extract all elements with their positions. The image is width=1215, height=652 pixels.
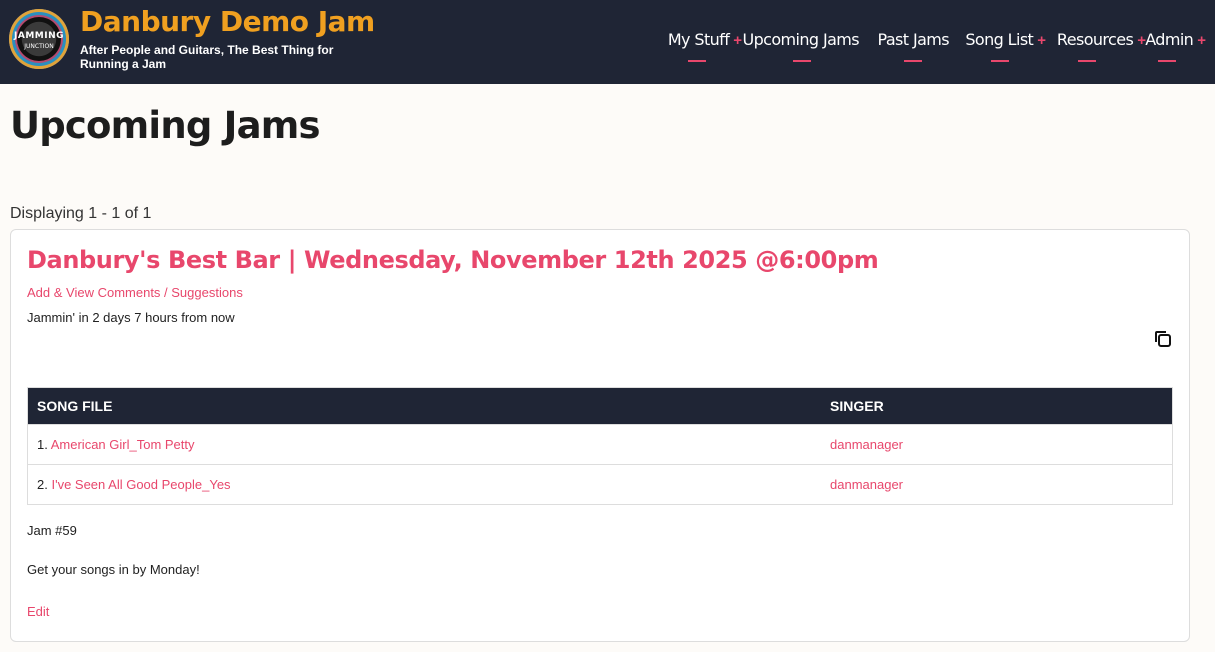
page-title: Upcoming Jams [10, 104, 321, 147]
table-row: 2. I've Seen All Good People_Yes danmana… [27, 464, 1173, 505]
site-logo[interactable]: JAMMING JUNCTION [9, 9, 69, 69]
logo-text-bottom: JUNCTION [24, 43, 54, 50]
singer-link[interactable]: danmanager [830, 437, 903, 452]
results-count: Displaying 1 - 1 of 1 [10, 205, 152, 222]
nav-underline [991, 60, 1009, 62]
singer-cell: danmanager [821, 464, 1173, 505]
nav-underline [904, 60, 922, 62]
jam-title[interactable]: Danbury's Best Bar | Wednesday, November… [27, 246, 879, 274]
nav-item-my-stuff[interactable]: My Stuff + [668, 30, 742, 50]
nav-item-upcoming-jams[interactable]: Upcoming Jams [742, 30, 859, 50]
jam-card: Danbury's Best Bar | Wednesday, November… [10, 229, 1190, 642]
nav-item-admin[interactable]: Admin + [1145, 30, 1206, 50]
column-header-singer: SINGER [821, 387, 1173, 425]
nav-label: Admin [1145, 30, 1194, 49]
edit-link[interactable]: Edit [27, 604, 49, 619]
copy-icon[interactable] [1153, 329, 1173, 349]
column-header-song-file: SONG FILE [27, 387, 821, 425]
site-header: JAMMING JUNCTION Danbury Demo Jam After … [0, 0, 1215, 84]
jam-countdown: Jammin' in 2 days 7 hours from now [27, 310, 235, 325]
song-index: 1. [37, 437, 48, 452]
jam-number: Jam #59 [27, 523, 77, 538]
song-index: 2. [37, 477, 48, 492]
table-header-row: SONG FILE SINGER [27, 387, 1173, 425]
plus-icon[interactable]: + [733, 32, 742, 49]
song-cell: 2. I've Seen All Good People_Yes [27, 464, 821, 505]
table-row: 1. American Girl_Tom Petty danmanager [27, 424, 1173, 465]
comments-link[interactable]: Add & View Comments / Suggestions [27, 285, 243, 300]
plus-icon[interactable]: + [1037, 32, 1046, 49]
nav-label: Song List [965, 30, 1034, 49]
nav-underline [688, 60, 706, 62]
singer-cell: danmanager [821, 424, 1173, 465]
song-table: SONG FILE SINGER 1. American Girl_Tom Pe… [27, 387, 1173, 505]
nav-underline [793, 60, 811, 62]
nav-label: Upcoming Jams [742, 30, 859, 49]
singer-link[interactable]: danmanager [830, 477, 903, 492]
song-link[interactable]: I've Seen All Good People_Yes [51, 477, 230, 492]
logo-text-top: JAMMING [14, 31, 64, 41]
nav-underline [1078, 60, 1096, 62]
site-tagline: After People and Guitars, The Best Thing… [80, 43, 334, 71]
song-cell: 1. American Girl_Tom Petty [27, 424, 821, 465]
jam-note: Get your songs in by Monday! [27, 562, 200, 577]
song-link[interactable]: American Girl_Tom Petty [51, 437, 195, 452]
nav-label: My Stuff [667, 30, 730, 49]
plus-icon[interactable]: + [1197, 32, 1206, 49]
nav-item-resources[interactable]: Resources + [1057, 30, 1146, 50]
nav-item-song-list[interactable]: Song List + [965, 30, 1046, 50]
nav-label: Resources [1056, 30, 1134, 49]
site-title[interactable]: Danbury Demo Jam [80, 5, 375, 38]
nav-underline [1158, 60, 1176, 62]
nav-label: Past Jams [877, 30, 950, 49]
nav-item-past-jams[interactable]: Past Jams [877, 30, 950, 50]
